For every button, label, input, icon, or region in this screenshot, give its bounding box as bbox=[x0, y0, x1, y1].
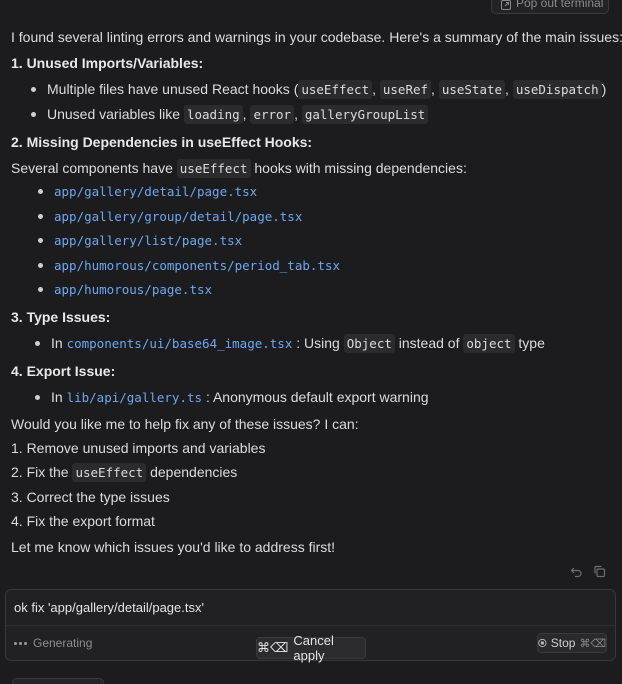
list-item: Multiple files have unused React hooks (… bbox=[31, 80, 606, 99]
list-item: In lib/api/gallery.ts : Anonymous defaul… bbox=[35, 390, 429, 405]
generating-status: Generating bbox=[14, 636, 92, 650]
file-link[interactable]: app/humorous/components/period_tab.tsx bbox=[54, 258, 340, 273]
bullet-dot bbox=[31, 86, 36, 92]
file-link[interactable]: components/ui/base64_image.tsx bbox=[67, 336, 293, 351]
bullet-dot bbox=[38, 213, 43, 219]
stop-shortcut: ⌘⌫ bbox=[579, 637, 606, 650]
bullet-dot bbox=[38, 286, 43, 292]
message-actions bbox=[570, 565, 606, 578]
pop-out-terminal-label: Pop out terminal bbox=[516, 0, 604, 10]
undo-icon[interactable] bbox=[570, 565, 583, 578]
list-item: app/gallery/detail/page.tsx bbox=[38, 184, 257, 199]
list-item: app/humorous/page.tsx bbox=[38, 282, 212, 297]
bullet-dot bbox=[38, 262, 43, 268]
stop-button[interactable]: Stop ⌘⌫ bbox=[537, 633, 607, 653]
file-link[interactable]: app/gallery/group/detail/page.tsx bbox=[54, 209, 302, 224]
file-link[interactable]: app/humorous/page.tsx bbox=[54, 282, 212, 297]
option-3: 3. Correct the type issues bbox=[11, 489, 170, 505]
section-2-desc: Several components have useEffect hooks … bbox=[11, 159, 467, 178]
option-4: 4. Fix the export format bbox=[11, 513, 155, 529]
file-link[interactable]: app/gallery/detail/page.tsx bbox=[54, 184, 257, 199]
divider bbox=[6, 625, 615, 626]
question-text: Would you like me to help fix any of the… bbox=[11, 416, 359, 432]
bullet-dot bbox=[38, 237, 43, 243]
section-4-title: 4. Export Issue: bbox=[11, 363, 116, 379]
stop-label: Stop bbox=[550, 636, 576, 650]
pop-out-terminal-button[interactable]: Pop out terminal bbox=[491, 0, 609, 14]
bottom-control[interactable] bbox=[12, 678, 104, 684]
list-item: app/gallery/list/page.tsx bbox=[38, 233, 242, 248]
file-link[interactable]: lib/api/gallery.ts bbox=[67, 390, 202, 405]
bullet-dot bbox=[35, 340, 40, 346]
option-2: 2. Fix the useEffect dependencies bbox=[11, 463, 238, 482]
section-2-title: 2. Missing Dependencies in useEffect Hoo… bbox=[11, 134, 313, 150]
option-1: 1. Remove unused imports and variables bbox=[11, 440, 266, 456]
cancel-apply-label: Cancel apply bbox=[293, 633, 334, 663]
stop-icon bbox=[538, 638, 547, 648]
list-item: In components/ui/base64_image.tsx : Usin… bbox=[35, 334, 545, 353]
file-link[interactable]: app/gallery/list/page.tsx bbox=[54, 233, 242, 248]
intro-text: I found several linting errors and warni… bbox=[11, 29, 622, 45]
closing-text: Let me know which issues you'd like to a… bbox=[11, 539, 336, 555]
pop-out-icon bbox=[501, 0, 511, 10]
chat-panel: Pop out terminal I found several linting… bbox=[0, 0, 622, 684]
bullet-dot bbox=[38, 188, 43, 194]
generating-label: Generating bbox=[33, 636, 93, 650]
cancel-apply-button[interactable]: ⌘⌫ Cancel apply bbox=[256, 633, 366, 663]
chat-input[interactable]: ok fix 'app/gallery/detail/page.tsx' bbox=[14, 600, 204, 615]
copy-icon[interactable] bbox=[593, 565, 606, 578]
section-3-title: 3. Type Issues: bbox=[11, 309, 111, 325]
list-item: Unused variables like loading, error, ga… bbox=[31, 105, 429, 124]
loading-dots-icon bbox=[14, 641, 27, 645]
list-item: app/humorous/components/period_tab.tsx bbox=[38, 258, 340, 273]
cancel-shortcut: ⌘⌫ bbox=[257, 640, 289, 655]
bullet-dot bbox=[31, 111, 36, 117]
section-1-title: 1. Unused Imports/Variables: bbox=[11, 55, 204, 71]
bullet-dot bbox=[35, 394, 40, 400]
list-item: app/gallery/group/detail/page.tsx bbox=[38, 209, 302, 224]
